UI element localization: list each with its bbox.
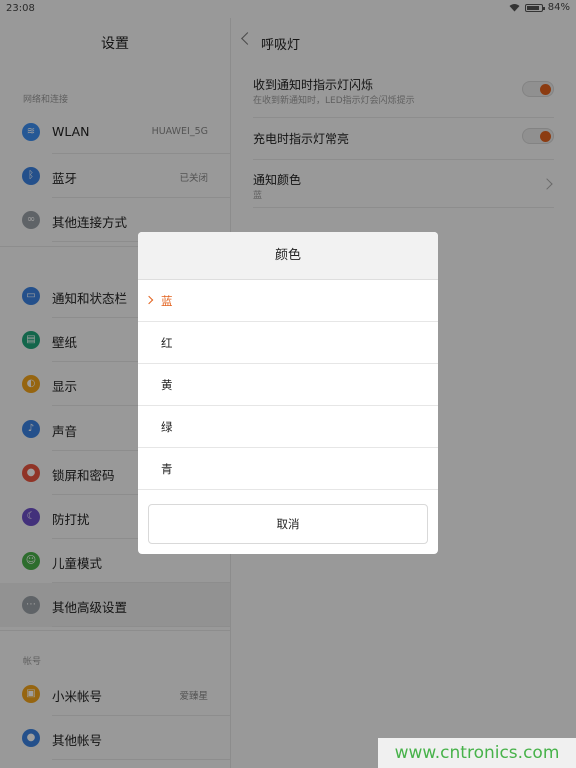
watermark: www.cntronics.com [378, 738, 576, 768]
color-option[interactable]: 黄 [138, 364, 438, 406]
color-option-label: 黄 [161, 378, 173, 392]
check-icon [144, 295, 154, 305]
cancel-button[interactable]: 取消 [148, 504, 428, 544]
color-option-label: 蓝 [161, 294, 173, 308]
color-option[interactable]: 绿 [138, 406, 438, 448]
color-option[interactable]: 青 [138, 448, 438, 490]
color-option-label: 红 [161, 336, 173, 350]
color-option-label: 绿 [161, 420, 173, 434]
color-option[interactable]: 红 [138, 322, 438, 364]
color-option-label: 青 [161, 462, 173, 476]
color-dialog: 颜色 蓝红黄绿青 取消 [138, 232, 438, 554]
dialog-title: 颜色 [138, 232, 438, 280]
color-option[interactable]: 蓝 [138, 280, 438, 322]
